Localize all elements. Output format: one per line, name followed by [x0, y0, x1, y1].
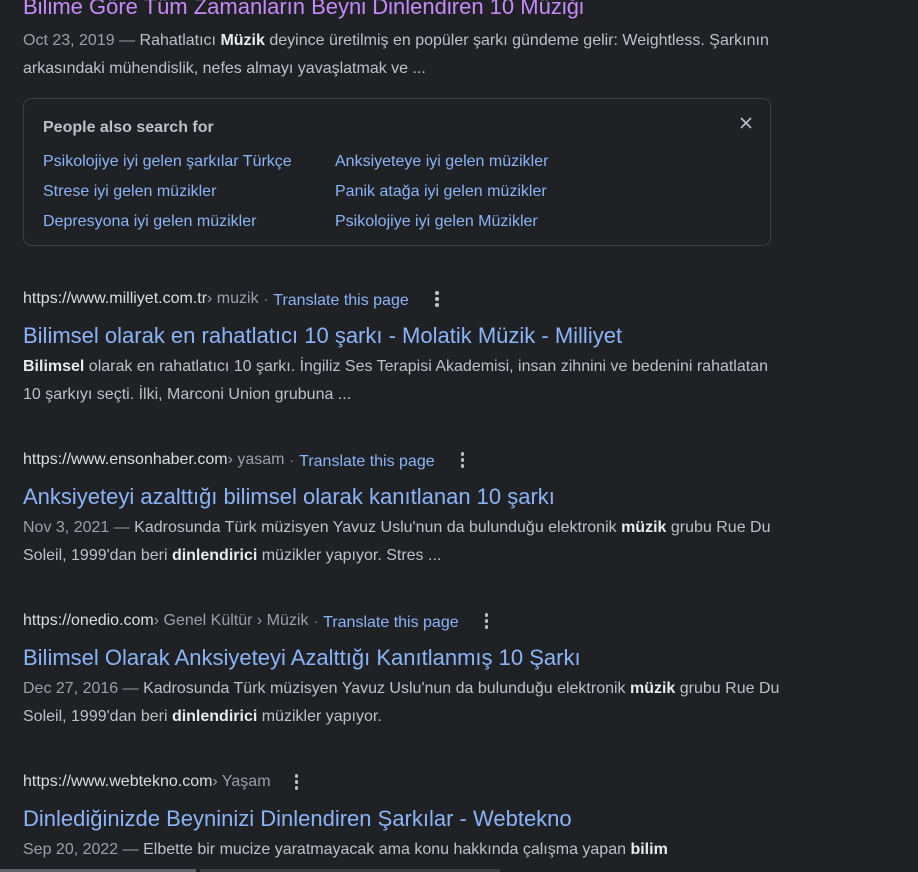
more-options-icon[interactable] [425, 287, 449, 311]
cite-separator: · [313, 613, 319, 629]
search-result: https://onedio.com › Genel Kültür › Müzi… [23, 609, 823, 731]
result-cite: https://www.ensonhaber.com › yasam · Tra… [23, 448, 823, 472]
snippet-bold: bilim [630, 841, 668, 858]
people-also-search-title: People also search for [43, 119, 214, 136]
translate-link[interactable]: Translate this page [323, 614, 458, 632]
related-search-link[interactable]: Psikolojiye iyi gelen şarkılar Türkçe [43, 151, 335, 173]
date-dash: — [114, 32, 140, 49]
related-search-link[interactable]: Depresyona iyi gelen müzikler [43, 211, 335, 233]
search-result: https://www.milliyet.com.tr › muzik · Tr… [23, 287, 823, 409]
result-path: › yasam [227, 451, 285, 468]
snippet-bold: dinlendirici [171, 547, 258, 564]
date-dash: — [109, 519, 135, 536]
result-snippet: Bilimsel olarak en rahatlatıcı 10 şarkı.… [23, 353, 783, 409]
result-snippet: Oct 23, 2019 — Rahatlatıcı Müzik deyince… [23, 27, 783, 83]
result-domain[interactable]: https://www.webtekno.com [23, 773, 212, 791]
result-snippet: Nov 3, 2021 — Kadrosunda Türk müzisyen Y… [23, 514, 783, 570]
people-also-search-box: People also search for Psikolojiye iyi g… [23, 98, 771, 246]
search-result-top: Bilime Göre Tüm Zamanların Beyni Dinlend… [23, 0, 803, 83]
related-search-link[interactable]: Panik atağa iyi gelen müzikler [335, 181, 635, 203]
search-result: https://www.webtekno.com › Yaşam Dinledi… [23, 770, 823, 864]
snippet-text: Elbette bir mucize yaratmayacak ama konu… [143, 841, 631, 858]
result-domain[interactable]: https://www.ensonhaber.com [23, 451, 228, 469]
result-domain[interactable]: https://onedio.com [23, 612, 154, 630]
translate-link[interactable]: Translate this page [299, 453, 434, 471]
result-snippet: Dec 27, 2016 — Kadrosunda Türk müzisyen … [23, 675, 783, 731]
search-results-page: Bilime Göre Tüm Zamanların Beyni Dinlend… [0, 0, 918, 872]
related-search-link[interactable]: Anksiyeteye iyi gelen müzikler [335, 151, 635, 173]
result-date: Oct 23, 2019 [23, 32, 115, 49]
result-title-link[interactable]: Anksiyeteyi azalttığı bilimsel olarak ka… [23, 482, 823, 512]
date-dash: — [118, 841, 144, 858]
snippet-text: olarak en rahatlatıcı 10 şarkı. İngiliz … [23, 358, 768, 403]
more-options-icon[interactable] [285, 770, 309, 794]
translate-link[interactable]: Translate this page [273, 292, 408, 310]
people-also-search-links: Psikolojiye iyi gelen şarkılar Türkçe An… [43, 151, 635, 233]
related-search-link[interactable]: Psikolojiye iyi gelen Müzikler [335, 211, 635, 233]
result-title-link[interactable]: Bilimsel Olarak Anksiyeteyi Azalttığı Ka… [23, 643, 823, 673]
result-path: › Genel Kültür › Müzik [153, 612, 309, 629]
close-icon[interactable] [736, 113, 756, 133]
snippet-bold: müzik [629, 680, 676, 697]
result-date: Sep 20, 2022 [23, 841, 119, 858]
snippet-bold: müzik [621, 519, 667, 536]
snippet-text: Kadrosunda Türk müzisyen Yavuz Uslu'nun … [143, 680, 630, 697]
related-search-link[interactable]: Strese iyi gelen müzikler [43, 181, 335, 203]
result-cite: https://onedio.com › Genel Kültür › Müzi… [23, 609, 823, 633]
more-options-icon[interactable] [475, 609, 499, 633]
result-title-link[interactable]: Bilime Göre Tüm Zamanların Beyni Dinlend… [23, 0, 803, 22]
result-title-link[interactable]: Bilimsel olarak en rahatlatıcı 10 şarkı … [23, 321, 823, 351]
result-date: Nov 3, 2021 [23, 519, 110, 536]
result-date: Dec 27, 2016 [23, 680, 119, 697]
snippet-bold: dinlendirici [171, 708, 258, 725]
result-snippet: Sep 20, 2022 — Elbette bir mucize yaratm… [23, 836, 783, 864]
snippet-text: müzikler yapıyor. Stres ... [257, 547, 442, 564]
result-domain[interactable]: https://www.milliyet.com.tr [23, 290, 207, 308]
snippet-bold: Bilimsel [23, 358, 85, 375]
result-cite: https://www.milliyet.com.tr › muzik · Tr… [23, 287, 823, 311]
snippet-text: müzikler yapıyor. [257, 708, 382, 725]
snippet-text: Rahatlatıcı [139, 32, 221, 49]
search-result: https://www.ensonhaber.com › yasam · Tra… [23, 448, 823, 570]
result-title-link[interactable]: Dinlediğinizde Beyninizi Dinlendiren Şar… [23, 804, 823, 834]
cite-separator: · [289, 452, 295, 468]
cite-separator: · [263, 291, 269, 307]
result-path: › muzik [207, 290, 259, 307]
more-options-icon[interactable] [451, 448, 475, 472]
result-path: › Yaşam [212, 773, 271, 790]
date-dash: — [118, 680, 144, 697]
snippet-text: Kadrosunda Türk müzisyen Yavuz Uslu'nun … [134, 519, 622, 536]
result-cite: https://www.webtekno.com › Yaşam [23, 770, 823, 794]
snippet-bold: Müzik [220, 32, 265, 49]
